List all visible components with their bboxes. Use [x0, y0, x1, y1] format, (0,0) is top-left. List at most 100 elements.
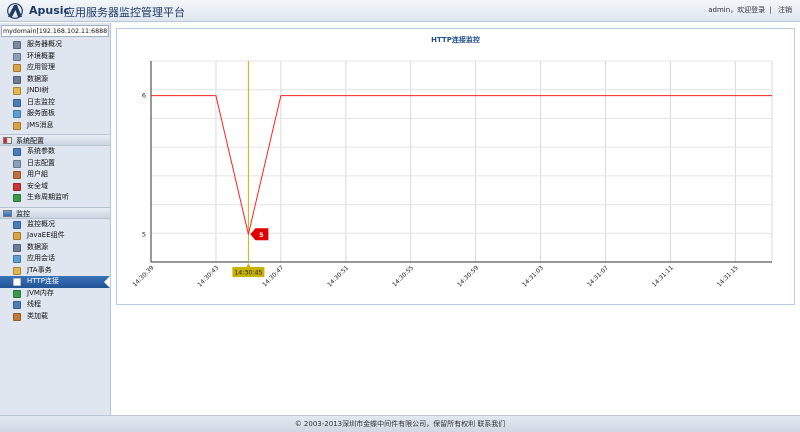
sidebar-item-label: 应用管理 [27, 63, 55, 71]
chart-panel: HTTP连接监控 6 5 14:30:39 14:30:43 14:30:47 14:30… [116, 28, 795, 305]
sidebar-item-label: 用户組 [27, 170, 48, 178]
app-icon [13, 64, 21, 72]
sidebar-item-2-8[interactable]: 类加载 [0, 311, 110, 323]
database-icon [13, 75, 21, 84]
welcome-text: ，欢迎登录 [730, 6, 766, 14]
sidebar-item-2-1[interactable]: JavaEE组件 [0, 230, 110, 242]
sidebar-item-1-1[interactable]: 日志配置 [0, 158, 110, 170]
x-tick-label: 14:30:39 [131, 264, 155, 288]
thread-icon [13, 301, 21, 309]
sidebar-item-label: 类加载 [27, 311, 48, 320]
x-tick-label: 14:31:07 [586, 264, 610, 288]
sidebar-section-1[interactable]: 系统配置 [0, 134, 110, 146]
sidebar-item-1-4[interactable]: 生命周期监听 [0, 192, 110, 204]
sidebar-item-1-3[interactable]: 安全域 [0, 181, 110, 193]
sidebar-item-2-0[interactable]: 监控概况 [0, 219, 110, 231]
sidebar-section-2[interactable]: 监控 [0, 206, 110, 219]
tree-icon [13, 87, 21, 95]
sidebar-item-2-5[interactable]: HTTP连接 [0, 276, 110, 288]
sidebar-item-label: 应用会话 [27, 254, 55, 262]
user-bar: admin，欢迎登录 | 注销 [708, 5, 794, 15]
list-icon [13, 52, 21, 61]
panel-icon [13, 110, 21, 118]
log-config-icon [13, 159, 21, 168]
time-flag-label: 14:30:45 [234, 270, 262, 277]
sidebar-item-0-0[interactable]: 服务器概况 [0, 39, 110, 51]
message-icon [13, 121, 21, 130]
sidebar-item-label: 监控概况 [27, 219, 55, 228]
platform-title: 应用服务器监控管理平台 [64, 6, 185, 19]
sidebar-item-label: JNDI树 [27, 86, 49, 94]
sidebar-item-0-5[interactable]: 日志监控 [0, 97, 110, 109]
x-tick-label: 14:30:55 [391, 264, 415, 288]
sidebar-item-label: 线程 [27, 300, 41, 308]
logout-link[interactable]: 注销 [778, 6, 792, 14]
x-tick-label: 14:30:47 [261, 264, 285, 288]
sidebar-item-label: HTTP连接 [27, 277, 59, 285]
sidebar-item-label: 数据源 [27, 242, 48, 251]
sidebar-item-label: JavaEE组件 [27, 231, 65, 239]
sidebar-item-2-2[interactable]: 数据源 [0, 242, 110, 254]
sidebar-item-2-4[interactable]: JTA事务 [0, 265, 110, 277]
x-tick-label: 14:30:51 [326, 264, 350, 288]
users-icon [13, 171, 21, 179]
lifecycle-icon [13, 194, 21, 202]
security-icon [13, 182, 21, 191]
sidebar-item-1-0[interactable]: 系统参数 [0, 146, 110, 158]
x-tick-label: 14:30:59 [456, 264, 480, 288]
sidebar-item-2-6[interactable]: JVM内存 [0, 288, 110, 300]
session-icon [13, 255, 21, 263]
series-line [151, 95, 772, 235]
sidebar-item-0-1[interactable]: 环境概要 [0, 51, 110, 63]
x-tick-label: 14:31:03 [521, 264, 545, 288]
sidebar-item-label: 环境概要 [27, 51, 55, 60]
params-icon [13, 148, 21, 156]
footer: © 2003-2013深圳市金蝶中间件有限公司，保留所有权利 联系我们 [0, 415, 800, 432]
sidebar-item-2-7[interactable]: 线程 [0, 299, 110, 311]
http-icon [13, 278, 21, 286]
sidebar-item-2-3[interactable]: 应用会话 [0, 253, 110, 265]
username: admin [708, 6, 731, 14]
apusic-logo-icon [7, 3, 23, 19]
sidebar-item-0-6[interactable]: 服务面板 [0, 108, 110, 120]
sidebar-item-0-4[interactable]: JNDI树 [0, 85, 110, 97]
sidebar-item-label: JMS消息 [27, 120, 54, 129]
monitor-icon [13, 98, 21, 107]
http-connection-chart: 6 5 14:30:39 14:30:43 14:30:47 14:30:51 14:30:… [131, 60, 773, 288]
chart-icon [13, 220, 21, 229]
database-icon [13, 243, 21, 252]
x-tick-label: 14:31:11 [651, 264, 675, 288]
sidebar-item-label: 系统参数 [27, 147, 55, 155]
sidebar-item-label: 服务器概况 [27, 40, 62, 48]
sidebar-item-label: 日志配置 [27, 158, 55, 167]
transaction-icon [13, 266, 21, 275]
memory-icon [13, 289, 21, 298]
classload-icon [13, 312, 21, 321]
y-tick-label: 6 [142, 92, 146, 100]
monitor-section-icon [3, 209, 12, 217]
sidebar-item-label: 数据源 [27, 74, 48, 83]
sidebar-item-0-7[interactable]: JMS消息 [0, 120, 110, 132]
y-tick-label: 5 [142, 230, 146, 238]
sidebar-item-label: 生命周期监听 [27, 193, 69, 201]
contact-link[interactable]: 联系我们 [477, 420, 505, 428]
sidebar-item-0-2[interactable]: 应用管理 [0, 62, 110, 74]
domain-selector[interactable]: mydomain[192.168.102.11:6888] [1, 25, 109, 37]
x-tick-label: 14:31:15 [716, 264, 740, 288]
sidebar: mydomain[192.168.102.11:6888] 服务器概况环境概要应… [0, 23, 111, 415]
sidebar-item-label: JTA事务 [27, 265, 52, 274]
sidebar-item-0-3[interactable]: 数据源 [0, 74, 110, 86]
sidebar-item-1-2[interactable]: 用户組 [0, 169, 110, 181]
sidebar-item-label: 服务面板 [27, 109, 55, 117]
sidebar-section-title: 系统配置 [16, 137, 44, 145]
sidebar-item-label: 安全域 [27, 181, 48, 190]
top-header: Apusic 应用服务器监控管理平台 admin，欢迎登录 | 注销 [0, 0, 800, 22]
sidebar-section-title: 监控 [16, 209, 30, 218]
component-icon [13, 232, 21, 240]
server-icon [13, 41, 21, 49]
value-flag-label: 5 [259, 231, 264, 239]
copyright-text: © 2003-2013深圳市金蝶中间件有限公司，保留所有权利 [294, 420, 476, 428]
sidebar-item-label: 日志监控 [27, 97, 55, 106]
sidebar-item-label: JVM内存 [27, 288, 54, 297]
